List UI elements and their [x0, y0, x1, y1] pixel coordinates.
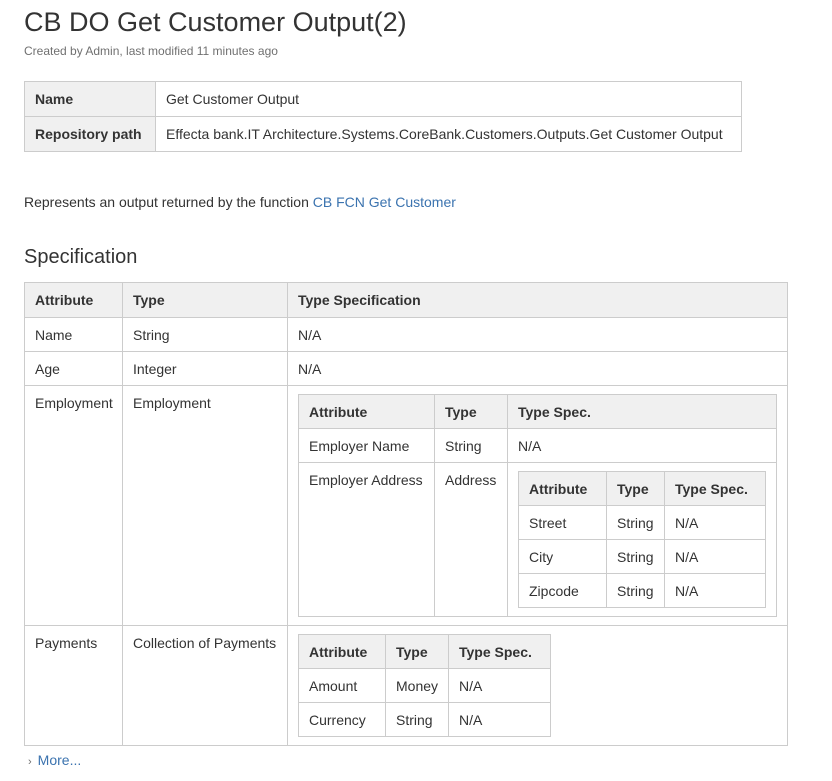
table-row: Name String N/A	[24, 317, 788, 352]
attribute-cell: Amount	[298, 668, 386, 703]
type-cell: Money	[385, 668, 449, 703]
type-cell: String	[385, 702, 449, 737]
attribute-cell: Employer Address	[298, 462, 435, 617]
spec-header-row: Attribute Type Type Spec.	[518, 471, 766, 506]
column-header-type: Type	[434, 394, 508, 429]
column-header-attribute: Attribute	[298, 394, 435, 429]
property-value: Effecta bank.IT Architecture.Systems.Cor…	[155, 116, 742, 152]
function-link[interactable]: CB FCN Get Customer	[313, 194, 456, 210]
table-row: Street String N/A	[518, 505, 766, 540]
page-byline: Created by Admin, last modified 11 minut…	[24, 44, 278, 58]
table-row: Employer Address Address Attribute Type …	[298, 462, 777, 617]
column-header-type: Type	[606, 471, 665, 506]
attribute-cell: Name	[24, 317, 123, 352]
type-cell: Integer	[122, 351, 288, 386]
type-cell: String	[434, 428, 508, 463]
spec-cell: N/A	[664, 505, 766, 540]
spec-cell: N/A	[448, 702, 551, 737]
column-header-type-specification: Type Specification	[287, 282, 788, 318]
description-text: Represents an output returned by the fun…	[24, 194, 313, 210]
column-header-type-spec: Type Spec.	[507, 394, 777, 429]
type-cell: String	[606, 539, 665, 574]
spec-cell: N/A	[287, 351, 788, 386]
spec-cell: N/A	[448, 668, 551, 703]
specification-table: Attribute Type Type Specification Name S…	[24, 282, 788, 746]
description: Represents an output returned by the fun…	[24, 194, 456, 210]
column-header-attribute: Attribute	[518, 471, 607, 506]
column-header-attribute: Attribute	[298, 634, 386, 669]
table-row: Age Integer N/A	[24, 351, 788, 386]
attribute-cell: Age	[24, 351, 123, 386]
spec-cell: N/A	[287, 317, 788, 352]
spec-cell: Attribute Type Type Spec. Employer Name …	[287, 385, 788, 626]
chevron-right-icon: ›	[28, 756, 32, 768]
specification-heading: Specification	[24, 246, 138, 268]
column-header-type-spec: Type Spec.	[664, 471, 766, 506]
column-header-type: Type	[122, 282, 288, 318]
column-header-type-spec: Type Spec.	[448, 634, 551, 669]
spec-header-row: Attribute Type Type Spec.	[298, 634, 551, 669]
attribute-cell: Employment	[24, 385, 123, 626]
type-cell: Address	[434, 462, 508, 617]
property-value: Get Customer Output	[155, 81, 742, 117]
attribute-cell: Street	[518, 505, 607, 540]
table-row: City String N/A	[518, 539, 766, 574]
attribute-cell: Currency	[298, 702, 386, 737]
column-header-type: Type	[385, 634, 449, 669]
spec-cell: N/A	[507, 428, 777, 463]
page-title: CB DO Get Customer Output(2)	[24, 7, 407, 37]
property-key: Repository path	[24, 116, 156, 152]
table-row: Payments Collection of Payments Attribut…	[24, 625, 788, 746]
attribute-cell: Employer Name	[298, 428, 435, 463]
attribute-cell: Zipcode	[518, 573, 607, 608]
column-header-attribute: Attribute	[24, 282, 123, 318]
properties-table: Name Get Customer Output Repository path…	[24, 81, 742, 152]
table-row: Employment Employment Attribute Type Typ…	[24, 385, 788, 626]
property-row-repository-path: Repository path Effecta bank.IT Architec…	[24, 116, 742, 152]
property-row-name: Name Get Customer Output	[24, 81, 742, 117]
spec-cell: Attribute Type Type Spec. Street String …	[507, 462, 777, 617]
spec-cell: Attribute Type Type Spec. Amount Money N…	[287, 625, 788, 746]
payments-spec-table: Attribute Type Type Spec. Amount Money N…	[298, 634, 551, 737]
table-row: Employer Name String N/A	[298, 428, 777, 463]
spec-header-row: Attribute Type Type Spec.	[298, 394, 777, 429]
type-cell: String	[606, 505, 665, 540]
address-spec-table: Attribute Type Type Spec. Street String …	[518, 471, 766, 608]
type-cell: String	[606, 573, 665, 608]
type-cell: Employment	[122, 385, 288, 626]
more-expander[interactable]: › More...	[28, 752, 81, 768]
table-row: Amount Money N/A	[298, 668, 551, 703]
employment-spec-table: Attribute Type Type Spec. Employer Name …	[298, 394, 777, 617]
table-row: Zipcode String N/A	[518, 573, 766, 608]
more-label: More...	[37, 752, 82, 768]
table-row: Currency String N/A	[298, 702, 551, 737]
spec-header-row: Attribute Type Type Specification	[24, 282, 788, 318]
spec-cell: N/A	[664, 539, 766, 574]
attribute-cell: City	[518, 539, 607, 574]
type-cell: Collection of Payments	[122, 625, 288, 746]
spec-cell: N/A	[664, 573, 766, 608]
property-key: Name	[24, 81, 156, 117]
attribute-cell: Payments	[24, 625, 123, 746]
type-cell: String	[122, 317, 288, 352]
